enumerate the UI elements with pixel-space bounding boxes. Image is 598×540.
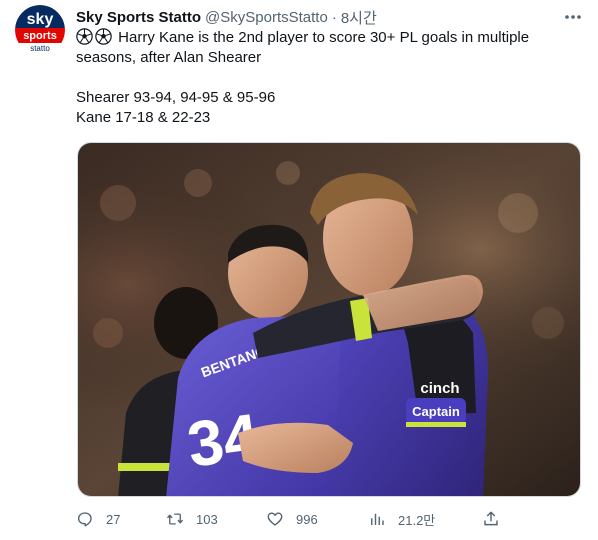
tweet-text-line-4: Kane 17-18 & 22-23 — [76, 109, 211, 126]
like-button[interactable]: 996 — [266, 507, 318, 531]
reply-count: 27 — [106, 511, 121, 527]
logo-sports-text: sports — [23, 30, 57, 42]
tweet-photo[interactable]: 34 BENTANCUR Captain cinch — [77, 142, 581, 497]
players-celebrating-image: 34 BENTANCUR Captain cinch — [78, 143, 580, 496]
share-icon — [484, 511, 498, 526]
tweet-text: Harry Kane is the 2nd player to score 30… — [76, 28, 581, 128]
tweet-actions: 27 103 996 21.2만 — [76, 507, 516, 531]
more-options-button[interactable] — [562, 8, 584, 26]
tweet-text-spacer — [76, 68, 581, 88]
tweet[interactable]: sky sports statto Sky Sports Statto @Sky… — [0, 0, 598, 540]
views-count: 21.2만 — [398, 512, 436, 528]
reply-icon — [77, 512, 92, 527]
tweet-text-line-1-content: Harry Kane is the 2nd player to score 30… — [118, 29, 530, 46]
separator-dot: · — [331, 8, 337, 26]
more-horizontal-icon — [565, 15, 581, 19]
heart-icon — [267, 512, 283, 526]
captain-armband: Captain — [412, 404, 460, 419]
tweet-text-line-2: seasons, after Alan Shearer — [76, 49, 262, 66]
tweet-text-line-1: Harry Kane is the 2nd player to score 30… — [76, 28, 581, 48]
like-count: 996 — [296, 511, 318, 527]
soccer-ball-emoji — [95, 28, 112, 45]
views-icon — [371, 513, 384, 525]
user-handle[interactable]: @SkySportsStatto — [205, 9, 328, 26]
retweet-button[interactable]: 103 — [166, 507, 218, 531]
shirt-sponsor: cinch — [420, 380, 459, 397]
sky-sports-statto-logo: sky sports statto — [15, 5, 65, 55]
avatar[interactable]: sky sports statto — [15, 5, 65, 55]
retweet-count: 103 — [196, 511, 218, 527]
display-name[interactable]: Sky Sports Statto — [76, 9, 201, 26]
retweet-icon — [166, 513, 184, 525]
timestamp[interactable]: 8시간 — [341, 7, 377, 28]
soccer-ball-emoji — [76, 28, 93, 45]
reply-button[interactable]: 27 — [76, 507, 120, 531]
logo-statto-text: statto — [30, 44, 50, 53]
tweet-header: Sky Sports Statto @SkySportsStatto · 8시간 — [76, 6, 377, 28]
tweet-text-line-3: Shearer 93-94, 94-95 & 95-96 — [76, 89, 276, 106]
views-button[interactable]: 21.2만 — [368, 507, 435, 531]
logo-sky-text: sky — [27, 11, 54, 28]
share-button[interactable] — [482, 507, 500, 531]
